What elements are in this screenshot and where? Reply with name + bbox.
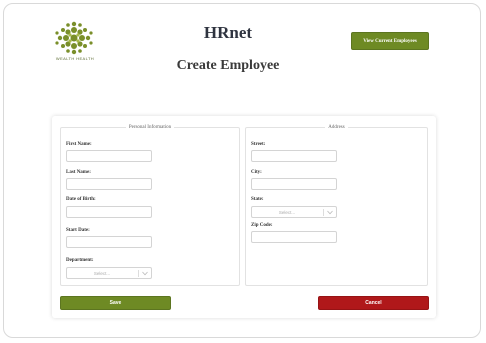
street-input[interactable] <box>251 150 337 162</box>
city-input[interactable] <box>251 178 337 190</box>
department-label: Department: <box>66 258 94 263</box>
select-separator <box>323 209 324 216</box>
last-name-label: Last Name: <box>66 170 91 175</box>
city-label: City: <box>251 170 262 175</box>
zip-code-input[interactable] <box>251 231 337 243</box>
cancel-button[interactable]: Cancel <box>318 296 429 310</box>
select-separator <box>138 270 139 277</box>
department-placeholder: Select... <box>93 271 111 276</box>
chevron-down-icon <box>142 271 148 276</box>
page-title: Create Employee <box>176 58 280 73</box>
department-select[interactable]: Select... <box>66 267 152 279</box>
first-name-input[interactable] <box>66 150 152 162</box>
last-name-input[interactable] <box>66 178 152 190</box>
date-of-birth-input[interactable] <box>66 206 152 218</box>
start-date-input[interactable] <box>66 236 152 248</box>
first-name-label: First Name: <box>66 142 92 147</box>
personal-information-legend: Personal Information <box>128 125 172 130</box>
view-current-employees-button[interactable]: View Current Employees <box>351 32 429 50</box>
state-placeholder: Select... <box>278 210 296 215</box>
state-select[interactable]: Select... <box>251 206 337 218</box>
date-of-birth-label: Date of Birth: <box>66 197 96 202</box>
address-legend: Address <box>328 125 345 130</box>
app-title: HRnet <box>203 23 253 42</box>
chevron-down-icon <box>327 210 333 215</box>
state-label: State: <box>251 197 264 202</box>
save-button[interactable]: Save <box>60 296 171 310</box>
street-label: Street: <box>251 142 266 147</box>
logo-text: WEALTH HEALTH <box>55 56 95 61</box>
start-date-label: Start Date: <box>66 228 90 233</box>
zip-code-label: Zip Code: <box>251 223 273 228</box>
